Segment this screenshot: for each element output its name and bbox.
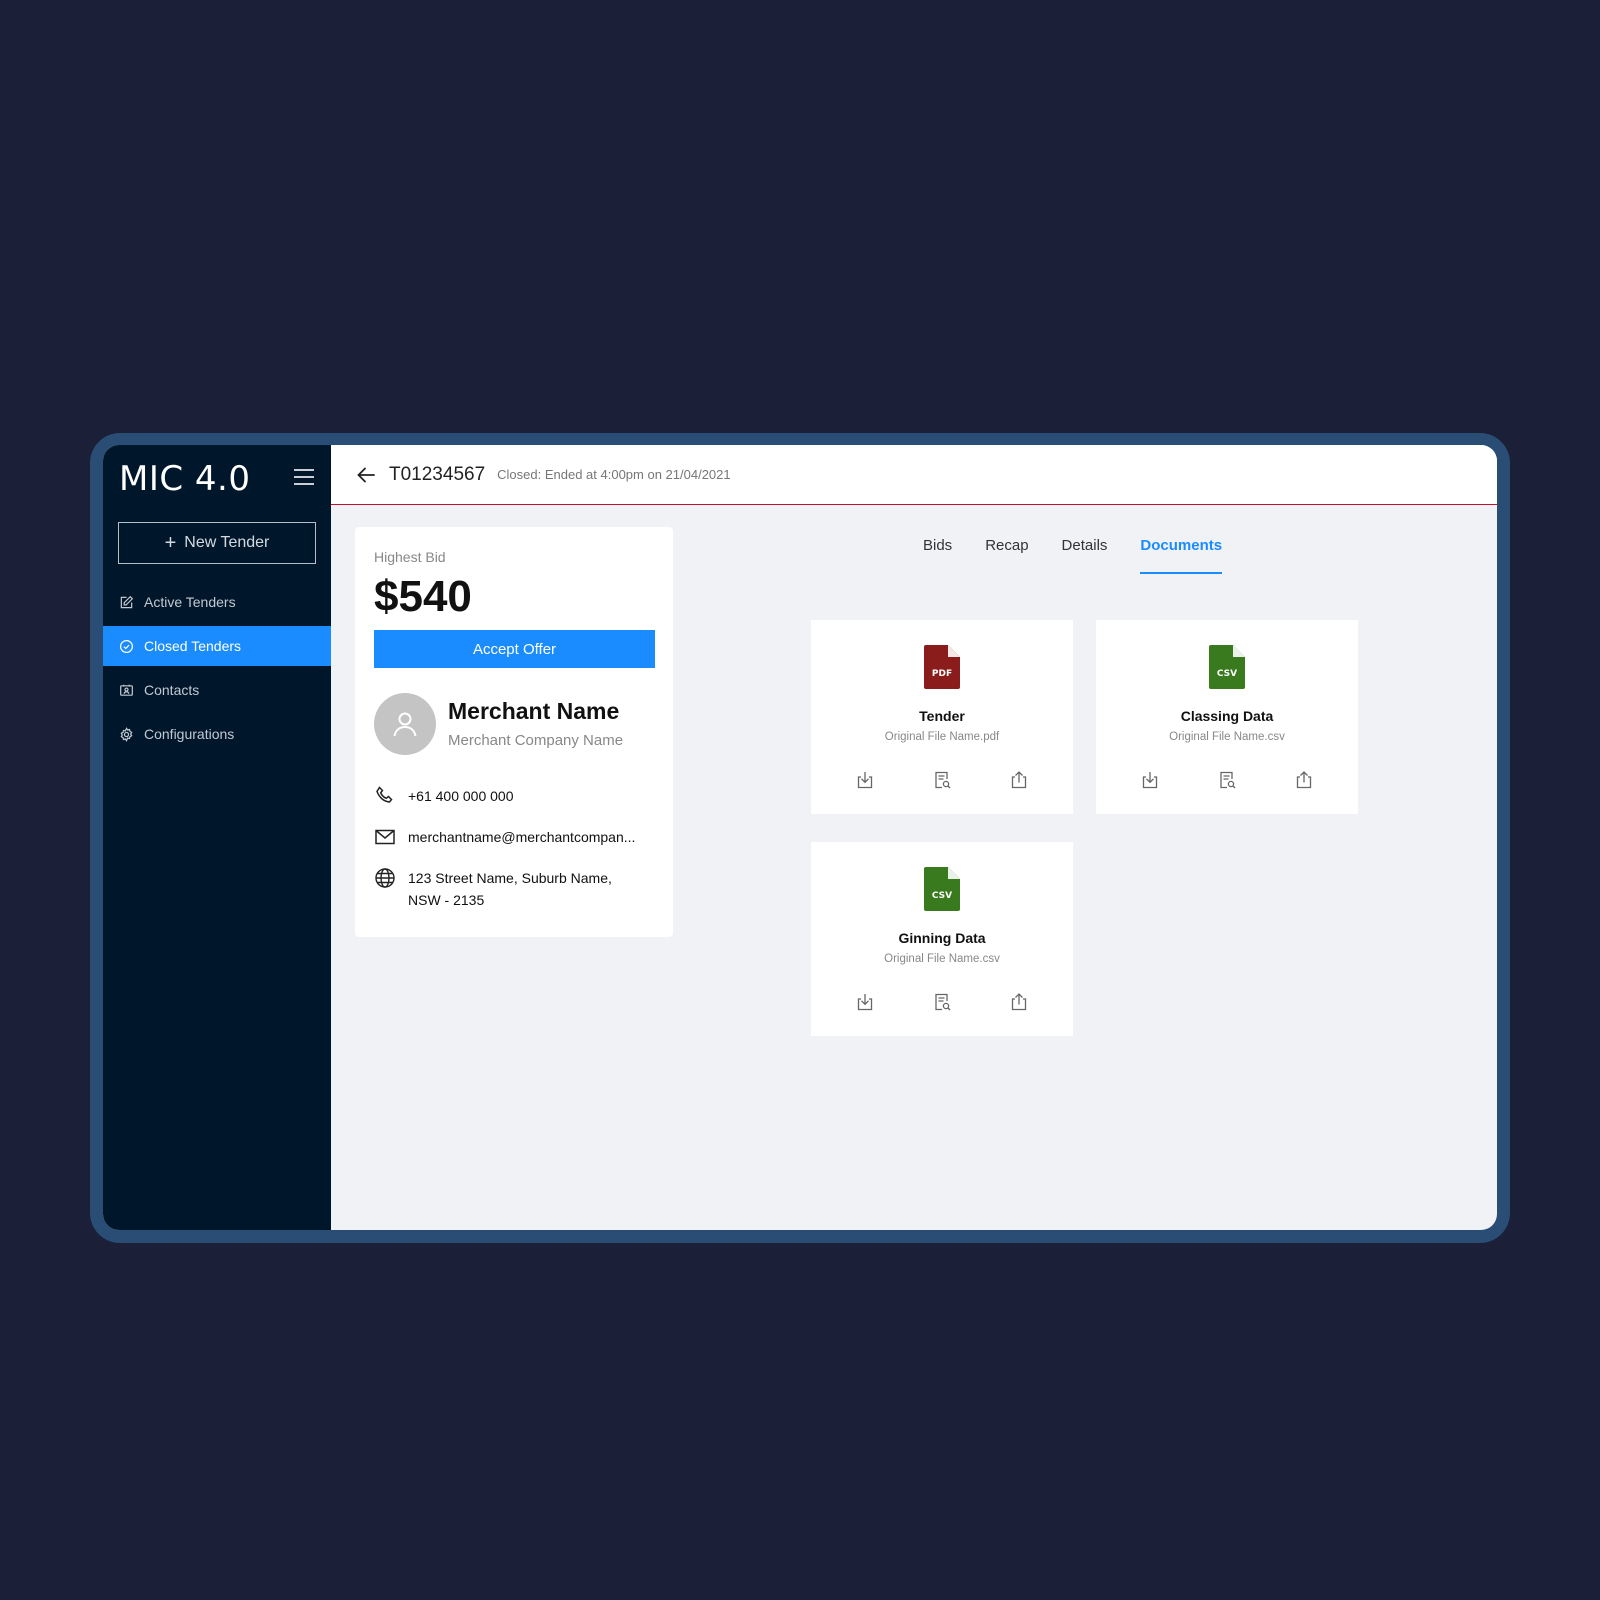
check-circle-icon bbox=[119, 639, 134, 653]
plus-icon: + bbox=[164, 532, 177, 554]
tab-recap[interactable]: Recap bbox=[985, 537, 1028, 574]
avatar bbox=[374, 693, 436, 755]
sidebar-item-closed-tenders[interactable]: Closed Tenders bbox=[103, 626, 331, 666]
merchant-company-name: Merchant Company Name bbox=[448, 732, 624, 749]
phone-number: +61 400 000 000 bbox=[408, 788, 514, 804]
page-title: T01234567 bbox=[389, 463, 486, 485]
document-title: Tender bbox=[919, 708, 965, 724]
gear-icon bbox=[120, 726, 133, 742]
phone-icon bbox=[376, 786, 393, 803]
document-title: Classing Data bbox=[1180, 708, 1274, 724]
file-type-label: PDF bbox=[932, 669, 952, 679]
preview-document-icon[interactable] bbox=[932, 770, 952, 790]
sidebar-item-label: Contacts bbox=[144, 682, 200, 698]
email-address: merchantname@merchantcompan... bbox=[408, 829, 636, 845]
phone-row[interactable]: +61 400 000 000 bbox=[374, 785, 514, 807]
csv-file-icon: CSV bbox=[924, 867, 960, 911]
sidebar-item-contacts[interactable]: Contacts bbox=[103, 670, 331, 710]
download-icon[interactable] bbox=[1140, 770, 1160, 790]
preview-document-icon[interactable] bbox=[932, 992, 952, 1012]
share-icon[interactable] bbox=[1009, 770, 1029, 790]
tab-details[interactable]: Details bbox=[1062, 537, 1108, 574]
sidebar-nav: Active Tenders Closed Tenders Contacts C… bbox=[103, 582, 331, 758]
new-tender-button[interactable]: + New Tender bbox=[118, 522, 316, 564]
pdf-file-icon: PDF bbox=[924, 645, 960, 689]
download-icon[interactable] bbox=[855, 770, 875, 790]
edit-icon bbox=[120, 595, 134, 608]
brand-logo: MIC 4.0 bbox=[119, 459, 251, 499]
document-filename: Original File Name.csv bbox=[1169, 731, 1285, 743]
highest-bid-value: $540 bbox=[374, 572, 472, 621]
mail-icon bbox=[375, 829, 395, 845]
address-row: 123 Street Name, Suburb Name, NSW - 2135 bbox=[374, 867, 628, 911]
share-icon[interactable] bbox=[1009, 992, 1029, 1012]
back-arrow-icon[interactable] bbox=[355, 464, 377, 486]
sidebar-item-label: Active Tenders bbox=[144, 594, 236, 610]
merchant-name: Merchant Name bbox=[448, 698, 620, 724]
file-type-label: CSV bbox=[932, 891, 952, 901]
document-filename: Original File Name.csv bbox=[884, 953, 1000, 965]
address-text: 123 Street Name, Suburb Name, NSW - 2135 bbox=[408, 867, 628, 911]
file-type-label: CSV bbox=[1217, 669, 1237, 679]
tab-bids[interactable]: Bids bbox=[923, 537, 952, 574]
address-line-1: 123 Street Name, Suburb Name, bbox=[408, 870, 612, 886]
sidebar: MIC 4.0 + New Tender Active Tenders Clos… bbox=[103, 445, 331, 1230]
top-bar: T01234567 Closed: Ended at 4:00pm on 21/… bbox=[331, 445, 1497, 505]
sidebar-item-label: Closed Tenders bbox=[144, 638, 242, 654]
document-card-classing-data: CSV Classing Data Original File Name.csv bbox=[1096, 620, 1358, 814]
download-icon[interactable] bbox=[855, 992, 875, 1012]
csv-file-icon: CSV bbox=[1209, 645, 1245, 689]
app-window: MIC 4.0 + New Tender Active Tenders Clos… bbox=[103, 445, 1497, 1230]
document-actions bbox=[855, 992, 1029, 1012]
hamburger-menu-icon[interactable] bbox=[294, 469, 314, 485]
document-actions bbox=[855, 770, 1029, 790]
contact-card-icon bbox=[120, 684, 133, 696]
sidebar-item-configurations[interactable]: Configurations bbox=[103, 714, 331, 754]
document-actions bbox=[1140, 770, 1314, 790]
document-card-ginning-data: CSV Ginning Data Original File Name.csv bbox=[811, 842, 1073, 1036]
document-title: Ginning Data bbox=[898, 930, 986, 946]
address-line-2: NSW - 2135 bbox=[408, 892, 485, 908]
highest-bid-label: Highest Bid bbox=[374, 549, 446, 565]
sidebar-item-active-tenders[interactable]: Active Tenders bbox=[103, 582, 331, 622]
user-icon bbox=[393, 712, 417, 737]
tender-status-text: Closed: Ended at 4:00pm on 21/04/2021 bbox=[497, 467, 731, 482]
document-card-tender: PDF Tender Original File Name.pdf bbox=[811, 620, 1073, 814]
accept-offer-button[interactable]: Accept Offer bbox=[374, 630, 655, 668]
sidebar-item-label: Configurations bbox=[144, 726, 235, 742]
document-filename: Original File Name.pdf bbox=[884, 731, 1000, 743]
tab-documents[interactable]: Documents bbox=[1140, 537, 1222, 574]
tab-bar: Bids Recap Details Documents bbox=[923, 537, 1255, 574]
new-tender-label: New Tender bbox=[184, 534, 270, 551]
highest-bid-card: Highest Bid $540 Accept Offer Merchant N… bbox=[355, 527, 673, 937]
globe-icon bbox=[375, 868, 395, 888]
main-content: T01234567 Closed: Ended at 4:00pm on 21/… bbox=[331, 445, 1497, 1230]
email-row[interactable]: merchantname@merchantcompan... bbox=[374, 826, 635, 848]
share-icon[interactable] bbox=[1294, 770, 1314, 790]
preview-document-icon[interactable] bbox=[1217, 770, 1237, 790]
